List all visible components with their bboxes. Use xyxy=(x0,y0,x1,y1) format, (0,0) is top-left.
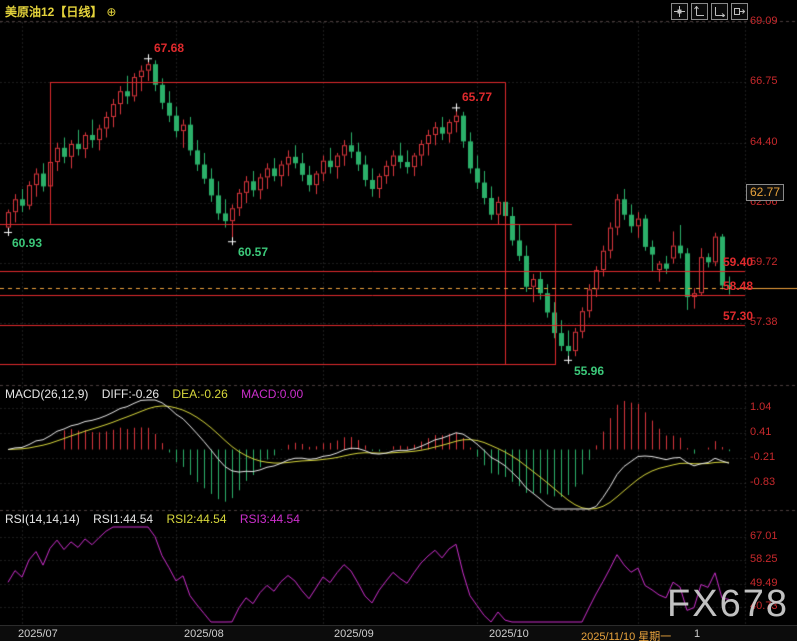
symbol-period-label: 美原油12【日线】 xyxy=(5,5,102,19)
date-axis-label: 2025/07 xyxy=(18,628,58,640)
chart-toolbar xyxy=(671,3,748,20)
macd-name-label: MACD(26,12,9) xyxy=(5,387,88,401)
rsi-indicator-header: RSI(14,14,14) RSI1:44.54 RSI2:44.54 RSI3… xyxy=(5,512,310,526)
macd-dea-value: DEA:-0.26 xyxy=(172,387,227,401)
macd-diff-value: DIFF:-0.26 xyxy=(102,387,159,401)
watermark: FX678 xyxy=(667,583,789,626)
rsi1-value: RSI1:44.54 xyxy=(93,512,153,526)
rsi-name-label: RSI(14,14,14) xyxy=(5,512,80,526)
axis-price-box: 62.77 xyxy=(746,184,784,201)
trading-chart-window: 美原油12【日线】 ⊕ MACD(26,12,9) DIFF:-0.26 xyxy=(0,0,797,641)
exit-panel-icon[interactable] xyxy=(731,3,748,20)
x-axis-scale-icon[interactable] xyxy=(711,3,728,20)
collapse-icon[interactable]: ⊕ xyxy=(106,5,116,19)
chart-title: 美原油12【日线】 ⊕ xyxy=(5,3,116,20)
date-axis-label: 2025/10 xyxy=(489,628,529,640)
date-axis-label: 2025/08 xyxy=(184,628,224,640)
rsi3-value: RSI3:44.54 xyxy=(240,512,300,526)
date-axis-label: 2025/11/10 星期一 xyxy=(581,628,671,641)
pan-tool-icon[interactable] xyxy=(671,3,688,20)
macd-indicator-header: MACD(26,12,9) DIFF:-0.26 DEA:-0.26 MACD:… xyxy=(5,387,313,401)
date-axis-bar: 2025/07 2025/08 2025/09 2025/10 2025/11/10 星… xyxy=(0,625,797,641)
date-axis-label: 1 xyxy=(694,628,700,640)
main-chart-canvas[interactable] xyxy=(0,0,797,641)
y-axis-scale-icon[interactable] xyxy=(691,3,708,20)
macd-macd-value: MACD:0.00 xyxy=(241,387,303,401)
date-axis-label: 2025/09 xyxy=(334,628,374,640)
rsi2-value: RSI2:44.54 xyxy=(166,512,226,526)
